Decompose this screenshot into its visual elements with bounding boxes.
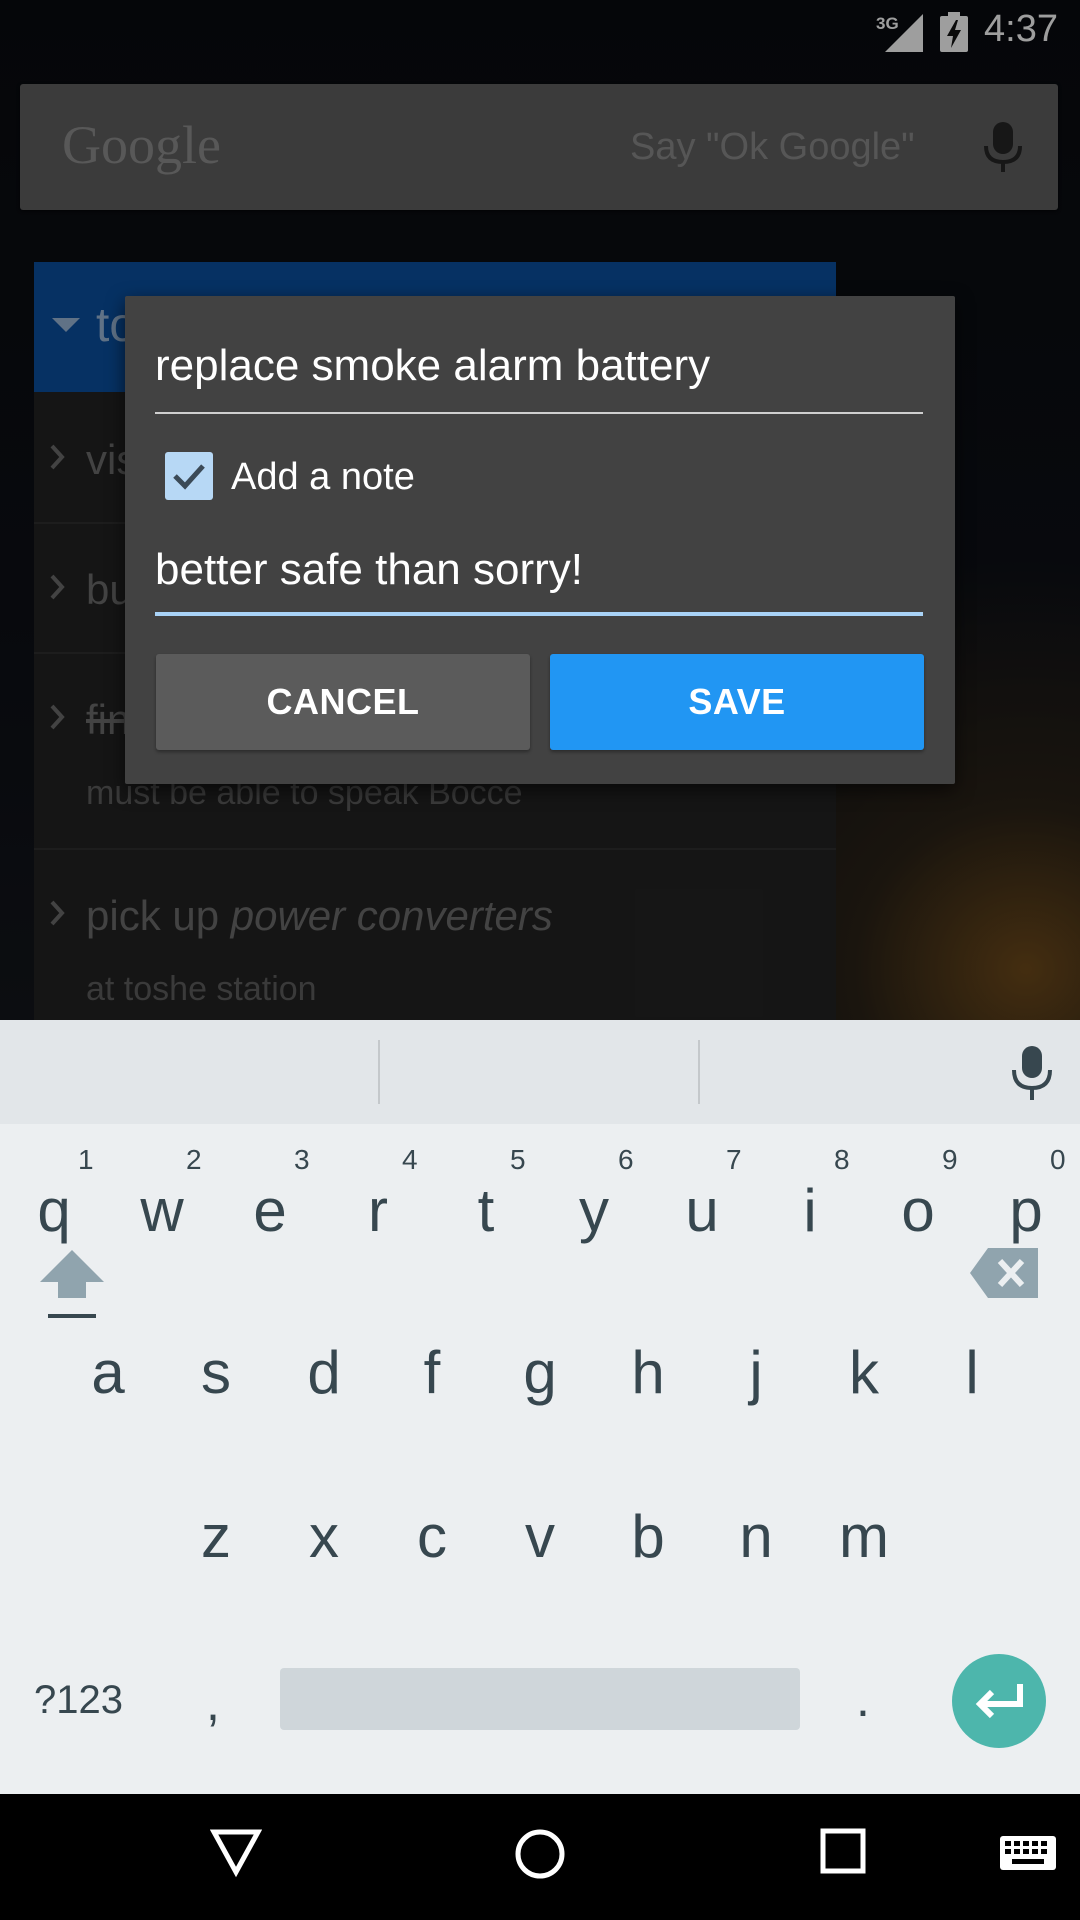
suggestion-divider — [698, 1040, 700, 1104]
key-hint: 4 — [402, 1144, 418, 1175]
navigation-bar — [0, 1794, 1080, 1920]
note-input[interactable] — [155, 546, 923, 594]
key-s[interactable]: s — [166, 1312, 266, 1432]
home-icon[interactable] — [512, 1826, 568, 1882]
key-hint: 1 — [78, 1144, 94, 1175]
back-icon[interactable] — [210, 1828, 262, 1878]
key-x[interactable]: x — [274, 1476, 374, 1596]
suggestion-strip — [0, 1020, 1080, 1124]
key-g[interactable]: g — [490, 1312, 590, 1432]
voice-input-icon[interactable] — [1008, 1044, 1056, 1102]
key-f[interactable]: f — [382, 1312, 482, 1432]
spacebar[interactable] — [280, 1668, 800, 1730]
backspace-icon[interactable] — [970, 1248, 1038, 1298]
key-d[interactable]: d — [274, 1312, 374, 1432]
key-l[interactable]: l — [922, 1312, 1022, 1432]
add-note-label[interactable]: Add a note — [231, 456, 415, 499]
key-period[interactable]: . — [856, 1670, 870, 1728]
shift-icon[interactable] — [40, 1246, 104, 1320]
soft-keyboard: q w e r t y u i o p 1 2 3 4 5 6 7 8 9 0 … — [0, 1020, 1080, 1794]
symbols-key[interactable]: ?123 — [34, 1678, 123, 1723]
suggestion-divider — [378, 1040, 380, 1104]
key-hint: 0 — [1050, 1144, 1066, 1175]
key-v[interactable]: v — [490, 1476, 590, 1596]
key-hint: 8 — [834, 1144, 850, 1175]
title-underline — [155, 412, 923, 414]
key-hint: 3 — [294, 1144, 310, 1175]
keyboard-switch-icon[interactable] — [1000, 1836, 1056, 1874]
key-j[interactable]: j — [706, 1312, 806, 1432]
key-hint: 5 — [510, 1144, 526, 1175]
task-title-input[interactable] — [155, 342, 923, 390]
key-hint: 2 — [186, 1144, 202, 1175]
edit-task-dialog: Add a note CANCEL SAVE — [125, 296, 955, 784]
key-hint: 9 — [942, 1144, 958, 1175]
key-hint: 7 — [726, 1144, 742, 1175]
key-a[interactable]: a — [58, 1312, 158, 1432]
note-underline-focused — [155, 612, 923, 616]
key-m[interactable]: m — [814, 1476, 914, 1596]
save-button[interactable]: SAVE — [550, 654, 924, 750]
checkmark-icon — [173, 464, 205, 490]
key-b[interactable]: b — [598, 1476, 698, 1596]
key-z[interactable]: z — [166, 1476, 266, 1596]
recents-icon[interactable] — [820, 1828, 866, 1874]
key-c[interactable]: c — [382, 1476, 482, 1596]
enter-icon — [975, 1684, 1023, 1719]
enter-key[interactable] — [952, 1654, 1046, 1748]
key-k[interactable]: k — [814, 1312, 914, 1432]
key-comma[interactable]: , — [206, 1674, 220, 1732]
key-hint: 6 — [618, 1144, 634, 1175]
key-n[interactable]: n — [706, 1476, 806, 1596]
cancel-button[interactable]: CANCEL — [156, 654, 530, 750]
key-h[interactable]: h — [598, 1312, 698, 1432]
add-note-checkbox[interactable] — [165, 452, 213, 500]
